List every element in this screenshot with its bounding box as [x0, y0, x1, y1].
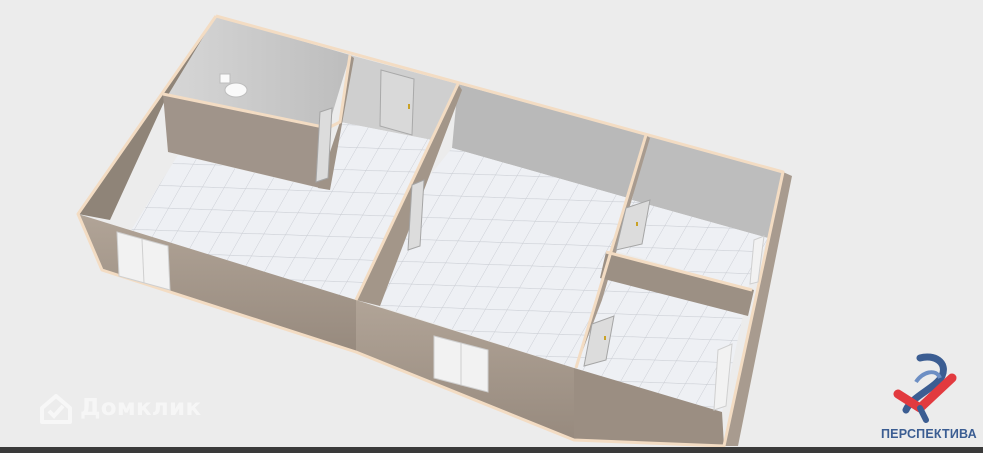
house-check-icon — [40, 394, 72, 424]
bottom-strip — [0, 447, 983, 453]
brand-name: ПЕРСПЕКТИВА — [881, 427, 977, 441]
watermark-text: Домклик — [80, 395, 202, 421]
domclick-watermark: Домклик — [38, 392, 201, 424]
entrance-door — [379, 69, 415, 136]
floor-plan-3d — [76, 14, 792, 448]
